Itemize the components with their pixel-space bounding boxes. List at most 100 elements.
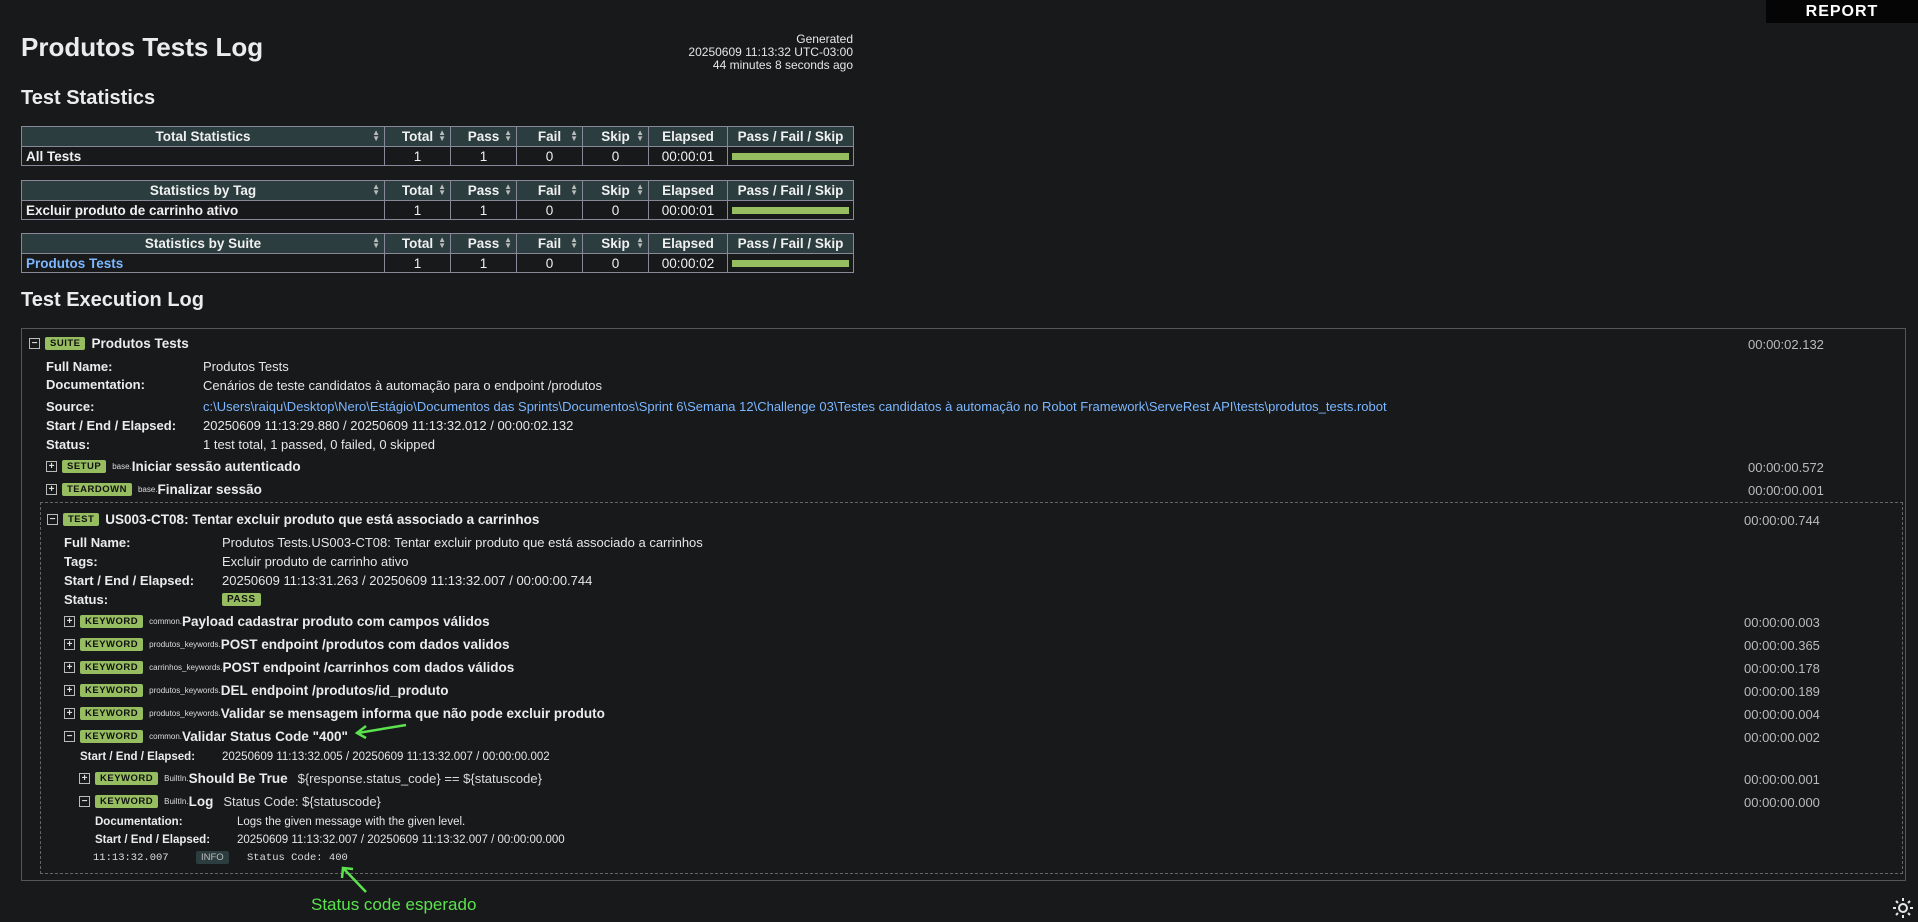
col-graph[interactable]: Pass / Fail / Skip bbox=[727, 233, 854, 254]
test-header[interactable]: − TEST US003-CT08: Tentar excluir produt… bbox=[47, 512, 539, 527]
keyword-time: 00:00:00.178 bbox=[1744, 661, 1820, 676]
col-graph[interactable]: Pass / Fail / Skip bbox=[727, 126, 854, 147]
col-elapsed[interactable]: Elapsed bbox=[648, 180, 728, 201]
stat-total: 1 bbox=[384, 253, 451, 273]
col-skip[interactable]: Skip ▲ ▼ bbox=[582, 180, 649, 201]
setup-label: SETUP bbox=[62, 460, 107, 473]
col-fail[interactable]: Fail ▲ ▼ bbox=[516, 180, 583, 201]
sort-icon: ▲ ▼ bbox=[504, 128, 512, 143]
stat-total: 1 bbox=[384, 146, 451, 166]
sort-icon: ▲ ▼ bbox=[372, 235, 380, 250]
col-total[interactable]: Total ▲ ▼ bbox=[384, 126, 451, 147]
meta-key: Status: bbox=[64, 592, 109, 607]
test-time: 00:00:00.744 bbox=[1744, 513, 1820, 528]
table-row[interactable]: Produtos Tests 1 1 0 0 00:00:02 bbox=[21, 253, 854, 273]
collapse-icon[interactable]: − bbox=[79, 796, 90, 807]
col-pass[interactable]: Pass ▲ ▼ bbox=[450, 180, 517, 201]
table-row[interactable]: Excluir produto de carrinho ativo 1 1 0 … bbox=[21, 200, 854, 220]
col-elapsed[interactable]: Elapsed bbox=[648, 233, 728, 254]
expand-icon[interactable]: + bbox=[64, 685, 75, 696]
test-container: − TEST US003-CT08: Tentar excluir produt… bbox=[40, 502, 1903, 874]
arrow-annotation-icon bbox=[340, 866, 367, 893]
col-graph[interactable]: Pass / Fail / Skip bbox=[727, 180, 854, 201]
status-badge: PASS bbox=[222, 593, 261, 606]
keyword-row[interactable]: + KEYWORD common. Payload cadastrar prod… bbox=[64, 614, 490, 629]
keyword-row[interactable]: + KEYWORD BuiltIn. Should Be True ${resp… bbox=[79, 771, 542, 786]
keyword-time: 00:00:00.365 bbox=[1744, 638, 1820, 653]
stats-header-name[interactable]: Statistics by Tag ▲ ▼ bbox=[21, 180, 385, 201]
stat-fail: 0 bbox=[516, 146, 583, 166]
keyword-time: 00:00:00.002 bbox=[1744, 730, 1820, 745]
col-fail[interactable]: Fail ▲ ▼ bbox=[516, 126, 583, 147]
keyword-label: KEYWORD bbox=[80, 730, 144, 743]
table-row[interactable]: All Tests 1 1 0 0 00:00:01 bbox=[21, 146, 854, 166]
keyword-row[interactable]: + KEYWORD produtos_keywords. POST endpoi… bbox=[64, 637, 510, 652]
sort-icon: ▲ ▼ bbox=[636, 182, 644, 197]
stats-header-name[interactable]: Statistics by Suite ▲ ▼ bbox=[21, 233, 385, 254]
meta-value: Cenários de teste candidatos à automação… bbox=[203, 378, 602, 393]
keyword-label: KEYWORD bbox=[95, 795, 159, 808]
col-total[interactable]: Total ▲ ▼ bbox=[384, 233, 451, 254]
pass-bar bbox=[732, 206, 849, 214]
expand-icon[interactable]: + bbox=[64, 708, 75, 719]
test-name: US003-CT08: Tentar excluir produto que e… bbox=[105, 512, 540, 527]
source-link[interactable]: c:\Users\raiqu\Desktop\Nero\Estágio\Docu… bbox=[203, 399, 1387, 414]
keyword-row[interactable]: + KEYWORD produtos_keywords. Validar se … bbox=[64, 706, 605, 721]
keyword-name: Finalizar sessão bbox=[157, 482, 262, 497]
col-total[interactable]: Total ▲ ▼ bbox=[384, 180, 451, 201]
col-pass[interactable]: Pass ▲ ▼ bbox=[450, 233, 517, 254]
expand-icon[interactable]: + bbox=[79, 773, 90, 784]
col-elapsed[interactable]: Elapsed bbox=[648, 126, 728, 147]
keyword-row[interactable]: + KEYWORD carrinhos_keywords. POST endpo… bbox=[64, 660, 514, 675]
stat-elapsed: 00:00:02 bbox=[648, 253, 728, 273]
total-statistics-table: Total Statistics ▲ ▼ Total ▲ ▼ Pass ▲ ▼ Fail ▲ ▼… bbox=[21, 126, 854, 166]
stat-graph bbox=[727, 253, 854, 273]
setup-time: 00:00:00.572 bbox=[1748, 460, 1824, 475]
collapse-icon[interactable]: − bbox=[29, 338, 40, 349]
keyword-row[interactable]: − KEYWORD BuiltIn. Log Status Code: ${st… bbox=[79, 794, 381, 809]
setup-row[interactable]: + SETUP base. Iniciar sessão autenticado bbox=[46, 459, 301, 474]
expand-icon[interactable]: + bbox=[46, 484, 57, 495]
collapse-icon[interactable]: − bbox=[47, 514, 58, 525]
library-name: BuiltIn. bbox=[164, 774, 189, 783]
sort-icon: ▲ ▼ bbox=[504, 235, 512, 250]
meta-value: Produtos Tests.US003-CT08: Tentar exclui… bbox=[222, 535, 703, 550]
expand-icon[interactable]: + bbox=[64, 662, 75, 673]
keyword-name: Payload cadastrar produto com campos vál… bbox=[182, 614, 490, 629]
stat-graph bbox=[727, 200, 854, 220]
sort-icon: ▲ ▼ bbox=[570, 182, 578, 197]
keyword-name: POST endpoint /carrinhos com dados válid… bbox=[222, 660, 515, 675]
meta-key: Documentation: bbox=[95, 816, 183, 828]
library-name: carrinhos_keywords. bbox=[149, 663, 223, 672]
stats-header-name[interactable]: Total Statistics ▲ ▼ bbox=[21, 126, 385, 147]
library-name: base. bbox=[137, 485, 158, 494]
stat-name: Produtos Tests bbox=[21, 253, 385, 273]
level-badge: INFO bbox=[196, 851, 229, 864]
collapse-icon[interactable]: − bbox=[64, 731, 75, 742]
expand-icon[interactable]: + bbox=[46, 461, 57, 472]
library-name: produtos_keywords. bbox=[149, 686, 221, 695]
col-pass[interactable]: Pass ▲ ▼ bbox=[450, 126, 517, 147]
suite-label: SUITE bbox=[45, 337, 86, 350]
col-skip[interactable]: Skip ▲ ▼ bbox=[582, 126, 649, 147]
meta-key: Start / End / Elapsed: bbox=[80, 751, 196, 763]
keyword-row[interactable]: − KEYWORD common. Validar Status Code "4… bbox=[64, 729, 348, 744]
col-fail[interactable]: Fail ▲ ▼ bbox=[516, 233, 583, 254]
library-name: common. bbox=[149, 617, 183, 626]
suite-link[interactable]: Produtos Tests bbox=[26, 256, 123, 271]
suite-header[interactable]: − SUITE Produtos Tests bbox=[29, 336, 189, 351]
sort-icon: ▲ ▼ bbox=[504, 182, 512, 197]
keyword-row[interactable]: + KEYWORD produtos_keywords. DEL endpoin… bbox=[64, 683, 448, 698]
meta-key: Start / End / Elapsed: bbox=[46, 418, 177, 433]
theme-toggle-icon[interactable] bbox=[1892, 897, 1914, 919]
execution-log-heading: Test Execution Log bbox=[21, 289, 204, 311]
expand-icon[interactable]: + bbox=[64, 616, 75, 627]
col-skip[interactable]: Skip ▲ ▼ bbox=[582, 233, 649, 254]
sort-icon: ▲ ▼ bbox=[438, 235, 446, 250]
expand-icon[interactable]: + bbox=[64, 639, 75, 650]
keyword-name: DEL endpoint /produtos/id_produto bbox=[220, 683, 449, 698]
report-link[interactable]: REPORT bbox=[1766, 0, 1918, 23]
stat-fail: 0 bbox=[516, 253, 583, 273]
meta-value: Excluir produto de carrinho ativo bbox=[222, 554, 409, 569]
teardown-row[interactable]: + TEARDOWN base. Finalizar sessão bbox=[46, 482, 262, 497]
